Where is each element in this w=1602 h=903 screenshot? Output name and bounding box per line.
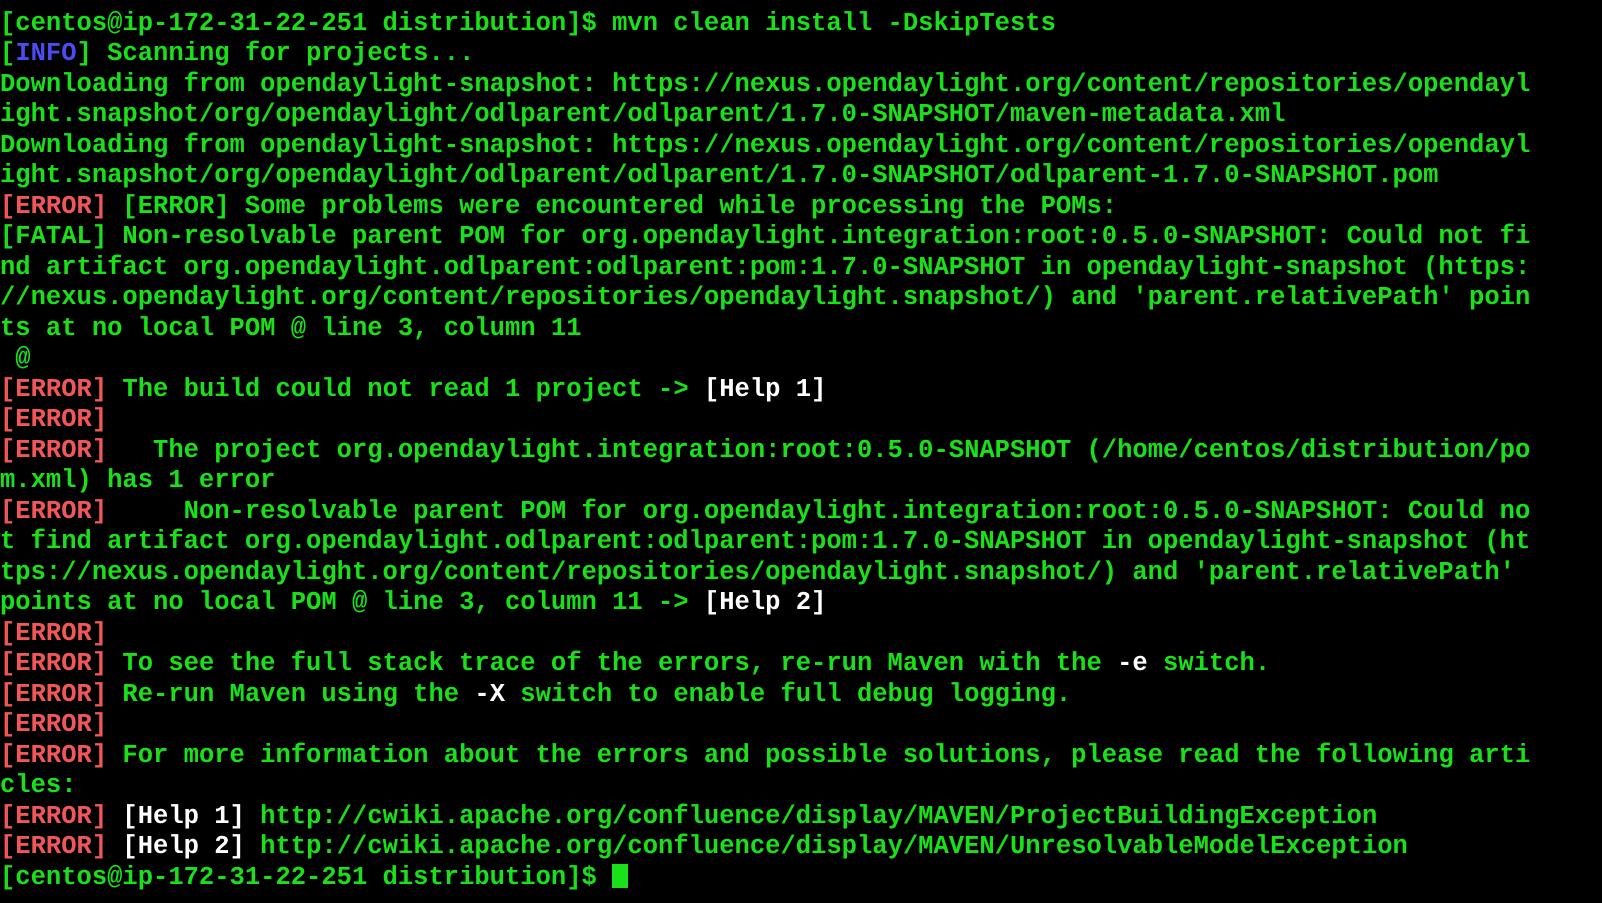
terminal-line: [ERROR] Re-run Maven using the -X switch… (0, 680, 1602, 711)
terminal-text-span: [ERROR] (0, 374, 108, 404)
terminal-line: [ERROR] [Help 2] http://cwiki.apache.org… (0, 832, 1602, 863)
terminal-text-span: [ (0, 39, 16, 68)
terminal-screen[interactable]: [centos@ip-172-31-22-251 distribution]$ … (0, 0, 1602, 893)
terminal-line: Downloading from opendaylight-snapshot: … (0, 70, 1602, 101)
terminal-line: nd artifact org.opendaylight.odlparent:o… (0, 253, 1602, 284)
terminal-text-span: ] Scanning for projects... (76, 39, 475, 68)
terminal-text-span: points at no local POM @ line 3, column … (0, 588, 704, 617)
terminal-text-span: To see the full stack trace of the error… (107, 649, 1118, 678)
terminal-text-span: //nexus.opendaylight.org/content/reposit… (0, 283, 1531, 312)
terminal-line: [centos@ip-172-31-22-251 distribution]$ … (0, 9, 1602, 40)
terminal-text-span: t find artifact org.opendaylight.odlpare… (0, 527, 1531, 556)
terminal-text-span: [ERROR] (0, 801, 108, 831)
terminal-line: [FATAL] Non-resolvable parent POM for or… (0, 222, 1602, 253)
terminal-text-span: -X (474, 679, 505, 709)
terminal-line: [ERROR] Non-resolvable parent POM for or… (0, 497, 1602, 528)
terminal-text-span: Re-run Maven using the (107, 679, 475, 709)
terminal-line: Downloading from opendaylight-snapshot: … (0, 131, 1602, 162)
terminal-text-span: [ERROR] (0, 191, 108, 221)
text-cursor (612, 863, 629, 888)
terminal-line: @ (0, 344, 1602, 375)
terminal-line: [ERROR] (0, 619, 1602, 650)
terminal-text-span: [Help 2] (703, 588, 827, 617)
terminal-text-span: [centos@ip-172-31-22-251 distribution]$ … (0, 8, 1056, 38)
terminal-line: ight.snapshot/org/opendaylight/odlparent… (0, 161, 1602, 192)
terminal-line: [centos@ip-172-31-22-251 distribution]$ (0, 863, 1602, 894)
terminal-text-span: [ERROR] (0, 405, 108, 434)
terminal-text-span: [ERROR] (0, 679, 108, 709)
terminal-text-span: [FATAL] Non-resolvable parent POM for or… (0, 222, 1531, 251)
terminal-line: cles: (0, 771, 1602, 802)
terminal-line: [ERROR] The build could not read 1 proje… (0, 375, 1602, 406)
terminal-line: ts at no local POM @ line 3, column 11 (0, 314, 1602, 345)
terminal-text-span: INFO (15, 39, 77, 68)
terminal-line: points at no local POM @ line 3, column … (0, 588, 1602, 619)
terminal-text-span: Downloading from opendaylight-snapshot: … (0, 130, 1531, 160)
terminal-text-span: [ERROR] (0, 710, 108, 739)
terminal-line: [INFO] Scanning for projects... (0, 39, 1602, 70)
terminal-line: tps://nexus.opendaylight.org/content/rep… (0, 558, 1602, 589)
terminal-text-span: [ERROR] (0, 649, 108, 678)
terminal-text-span: [centos@ip-172-31-22-251 distribution]$ (0, 862, 613, 892)
terminal-text-span: For more information about the errors an… (107, 740, 1531, 770)
terminal-text-span: switch. (1147, 649, 1271, 678)
terminal-text-span: [Help 1] (107, 801, 245, 831)
terminal-line: m.xml) has 1 error (0, 466, 1602, 497)
terminal-text-span: ts at no local POM @ line 3, column 11 (0, 313, 582, 343)
terminal-text-span: http://cwiki.apache.org/confluence/displ… (244, 832, 1408, 861)
terminal-text-span: http://cwiki.apache.org/confluence/displ… (244, 801, 1378, 831)
terminal-text-span: The project org.opendaylight.integration… (107, 435, 1531, 465)
terminal-text-span: [ERROR] (0, 832, 108, 861)
terminal-line: [ERROR] [ERROR] Some problems were encou… (0, 192, 1602, 223)
terminal-line: [ERROR] The project org.opendaylight.int… (0, 436, 1602, 467)
terminal-text-span: cles: (0, 771, 77, 800)
terminal-text-span: @ (0, 344, 31, 373)
terminal-text-span: [ERROR] (0, 618, 108, 648)
terminal-text-span: The build could not read 1 project -> (107, 374, 704, 404)
terminal-text-span: -e (1117, 649, 1148, 678)
terminal-line: t find artifact org.opendaylight.odlpare… (0, 527, 1602, 558)
terminal-text-span: ight.snapshot/org/opendaylight/odlparent… (0, 161, 1439, 190)
terminal-line: [ERROR] [Help 1] http://cwiki.apache.org… (0, 802, 1602, 833)
terminal-line: //nexus.opendaylight.org/content/reposit… (0, 283, 1602, 314)
terminal-text-span: [Help 1] (703, 374, 827, 404)
terminal-text-span: [ERROR] (0, 496, 108, 526)
terminal-window[interactable]: [centos@ip-172-31-22-251 distribution]$ … (0, 0, 1602, 903)
terminal-text-span: m.xml) has 1 error (0, 466, 276, 495)
terminal-line: ight.snapshot/org/opendaylight/odlparent… (0, 100, 1602, 131)
terminal-text-span: [ERROR] (0, 435, 108, 465)
terminal-text-span: ight.snapshot/org/opendaylight/odlparent… (0, 100, 1286, 129)
terminal-line: [ERROR] (0, 405, 1602, 436)
terminal-text-span: [ERROR] (0, 740, 108, 770)
terminal-line: [ERROR] (0, 710, 1602, 741)
terminal-text-span: tps://nexus.opendaylight.org/content/rep… (0, 557, 1515, 587)
terminal-text-span: [ERROR] Some problems were encountered w… (107, 191, 1118, 221)
terminal-line: [ERROR] To see the full stack trace of t… (0, 649, 1602, 680)
terminal-line: [ERROR] For more information about the e… (0, 741, 1602, 772)
terminal-text-span: Downloading from opendaylight-snapshot: … (0, 69, 1531, 99)
terminal-text-span: nd artifact org.opendaylight.odlparent:o… (0, 252, 1531, 282)
terminal-text-span: Non-resolvable parent POM for org.openda… (107, 496, 1531, 526)
terminal-text-span: switch to enable full debug logging. (505, 679, 1072, 709)
terminal-text-span: [Help 2] (107, 832, 245, 861)
